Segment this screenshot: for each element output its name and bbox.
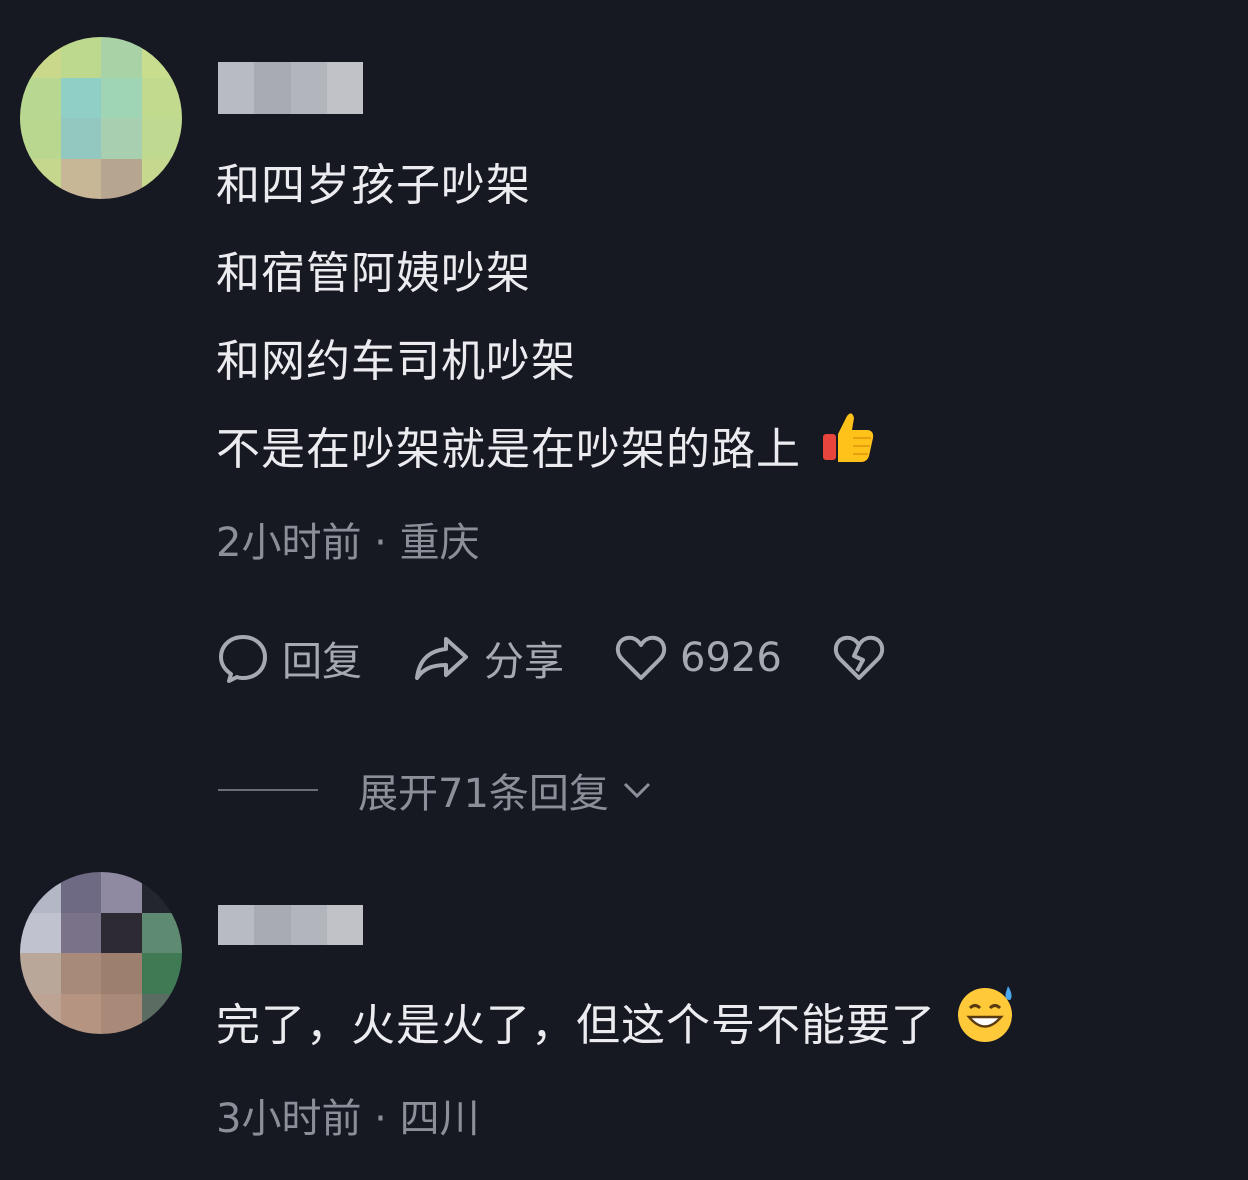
meta-separator: ·	[374, 1096, 387, 1142]
divider	[218, 789, 318, 791]
share-label: 分享	[484, 639, 564, 685]
comment-time: 3小时前	[216, 1096, 362, 1142]
share-arrow-icon	[415, 637, 468, 680]
comment-meta: 3小时前 · 四川	[216, 1086, 480, 1144]
heart-icon	[615, 635, 667, 680]
expand-replies-label: 展开71条回复	[358, 771, 609, 817]
dislike-button[interactable]	[832, 631, 898, 685]
comment-location: 重庆	[399, 520, 480, 566]
avatar[interactable]	[20, 37, 182, 199]
comment-bubble-icon	[219, 635, 267, 683]
username-blurred[interactable]	[218, 905, 363, 945]
like-button[interactable]: 6926	[614, 631, 782, 685]
comment-text-line: 不是在吵架就是在吵架的路上	[216, 406, 877, 496]
comment-time: 2小时前	[216, 520, 362, 566]
comment-text-line: 和四岁孩子吵架	[216, 160, 531, 211]
meta-separator: ·	[374, 520, 387, 566]
comment-text-line: 和网约车司机吵架	[216, 336, 576, 387]
chevron-down-icon	[623, 782, 650, 799]
comment-location: 四川	[399, 1096, 480, 1142]
comment-meta: 2小时前 · 重庆	[216, 510, 480, 568]
comment-text: 完了，火是火了，但这个号不能要了	[216, 1000, 936, 1051]
avatar[interactable]	[20, 872, 182, 1034]
expand-replies-button[interactable]: 展开71条回复	[218, 760, 655, 820]
reply-button[interactable]: 回复	[216, 629, 362, 687]
share-button[interactable]: 分享	[412, 629, 564, 687]
broken-heart-icon	[833, 635, 884, 680]
grinning-sweat-icon	[954, 982, 1016, 1074]
comment-text: 不是在吵架就是在吵架的路上	[216, 424, 801, 475]
username-blurred[interactable]	[218, 62, 363, 114]
like-count: 6926	[680, 635, 782, 681]
thumbs-up-icon	[819, 408, 877, 496]
comment-text-line: 完了，火是火了，但这个号不能要了	[216, 982, 1016, 1074]
comment-text-line: 和宿管阿姨吵架	[216, 248, 531, 299]
comment-actions: 回复 分享 6926	[216, 625, 948, 691]
reply-label: 回复	[282, 639, 362, 685]
